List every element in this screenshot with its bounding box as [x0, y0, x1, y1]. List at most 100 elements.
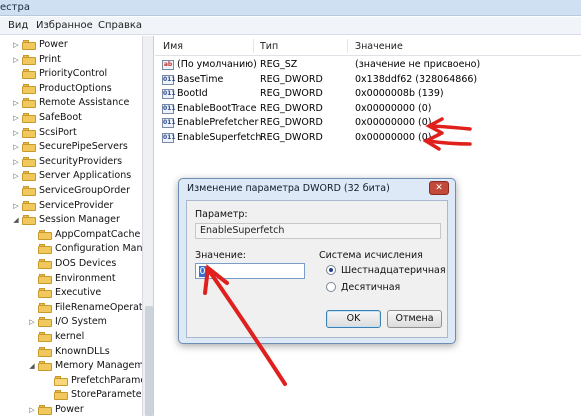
expand-arrow-icon[interactable] — [28, 260, 36, 268]
folder-icon — [38, 346, 52, 357]
value-input[interactable]: 0 — [195, 263, 305, 279]
expand-arrow-icon[interactable]: ▷ — [12, 202, 20, 210]
folder-icon — [22, 98, 36, 109]
expand-arrow-icon[interactable]: ▷ — [12, 41, 20, 49]
radio-hex-label[interactable]: Шестнадцатеричная — [341, 265, 446, 276]
binary-value-icon: 011 — [162, 74, 176, 85]
value-type: REG_DWORD — [260, 73, 323, 85]
folder-icon — [22, 215, 36, 226]
expand-arrow-icon[interactable]: ▷ — [12, 114, 20, 122]
value-name: EnablePrefetcher — [177, 117, 259, 129]
tree-item-label: PriorityControl — [39, 68, 108, 80]
folder-icon — [22, 69, 36, 80]
dialog-close-button[interactable]: ✕ — [429, 181, 449, 195]
tree-scrollbar[interactable] — [142, 36, 153, 416]
expand-arrow-icon[interactable] — [28, 304, 36, 312]
menu-bar: Вид Избранное Справка — [0, 17, 581, 35]
expand-arrow-icon[interactable] — [28, 275, 36, 283]
string-value-icon: ab — [162, 60, 174, 70]
expand-arrow-icon[interactable]: ▷ — [12, 158, 20, 166]
cancel-button[interactable]: Отмена — [387, 310, 442, 328]
tree-item-label: Executive — [55, 287, 102, 299]
radio-hex[interactable] — [326, 265, 336, 275]
expand-arrow-icon[interactable]: ◢ — [28, 362, 36, 370]
expand-arrow-icon[interactable] — [28, 231, 36, 239]
folder-icon — [22, 200, 36, 211]
value-type: REG_DWORD — [260, 132, 323, 143]
value-row[interactable]: 011 BaseTime REG_DWORD 0x138ddf62 (32806486… — [155, 73, 581, 87]
binary-value-icon: 011 — [162, 133, 176, 143]
value-row[interactable]: 011 EnablePrefetcher REG_DWORD 0x00000000 (… — [155, 116, 581, 130]
tree-item-label: Power — [39, 39, 68, 50]
tree-item-label: Server Applications — [39, 170, 132, 182]
expand-arrow-icon[interactable]: ▷ — [28, 406, 36, 414]
expand-arrow-icon[interactable] — [12, 70, 20, 78]
column-value-header[interactable]: Значение — [355, 41, 403, 52]
value-data: 0x00000000 (0) — [355, 117, 432, 129]
folder-icon — [38, 229, 52, 240]
folder-icon — [22, 156, 36, 167]
expand-arrow-icon[interactable] — [28, 333, 36, 341]
expand-arrow-icon[interactable] — [44, 391, 52, 399]
tree-item-label: DOS Devices — [55, 258, 117, 269]
value-row[interactable]: 011 BootId REG_DWORD 0x0000008b (139) — [155, 87, 581, 101]
dialog-title: Изменение параметра DWORD (32 бита) — [187, 183, 390, 194]
expand-arrow-icon[interactable]: ▷ — [12, 172, 20, 180]
binary-value-icon: 011 — [162, 118, 176, 129]
folder-icon — [38, 302, 52, 313]
value-row[interactable]: 011 EnableSuperfetch REG_DWORD 0x00000000 (… — [155, 131, 581, 145]
expand-arrow-icon[interactable]: ▷ — [12, 129, 20, 137]
expand-arrow-icon[interactable] — [44, 377, 52, 385]
value-data: 0x00000000 (0) — [355, 102, 432, 114]
tree-scrollbar-thumb[interactable] — [145, 306, 153, 416]
binary-value-icon: 011 — [162, 89, 176, 100]
tree-item-label: PrefetchParamet — [71, 374, 150, 386]
expand-arrow-icon[interactable] — [12, 85, 20, 93]
menu-favorites[interactable]: Избранное — [36, 20, 93, 31]
value-data: 0x00000000 (0) — [355, 132, 432, 143]
ok-button[interactable]: OK — [326, 310, 381, 328]
expand-arrow-icon[interactable]: ▷ — [12, 56, 20, 64]
value-type: REG_DWORD — [260, 88, 323, 100]
binary-value-icon: 011 — [162, 103, 176, 114]
tree-item-label: ScsiPort — [39, 126, 77, 138]
folder-icon — [38, 332, 52, 342]
column-separator[interactable] — [347, 39, 348, 53]
radio-decimal-label[interactable]: Десятичная — [341, 282, 400, 293]
dialog-body: Параметр: EnableSuperfetch Значение: 0 С… — [186, 200, 448, 338]
folder-icon — [22, 186, 36, 196]
expand-arrow-icon[interactable]: ▷ — [12, 99, 20, 107]
column-type-header[interactable]: Тип — [260, 41, 278, 52]
folder-icon — [38, 259, 52, 269]
folder-icon — [22, 171, 36, 182]
expand-arrow-icon[interactable] — [28, 289, 36, 297]
expand-arrow-icon[interactable]: ▷ — [28, 318, 36, 326]
folder-icon — [22, 83, 36, 94]
value-name: BootId — [177, 88, 208, 100]
title-bar: естра — [0, 0, 581, 16]
menu-help[interactable]: Справка — [98, 20, 142, 31]
expand-arrow-icon[interactable]: ▷ — [12, 143, 20, 151]
param-name-field: EnableSuperfetch — [195, 223, 441, 239]
value-row[interactable]: ab (По умолчанию) REG_SZ (значение не присв… — [155, 58, 581, 72]
value-name: (По умолчанию) — [177, 59, 257, 70]
tree-item-label: FileRenameOperatio — [55, 301, 152, 313]
expand-arrow-icon[interactable] — [28, 348, 36, 356]
value-type: REG_DWORD — [260, 102, 323, 114]
tree-item-label: Environment — [55, 272, 116, 284]
tree-item-label: Power — [55, 404, 84, 415]
folder-icon — [38, 361, 52, 372]
value-name: EnableBootTrace — [177, 102, 257, 114]
value-row[interactable]: 011 EnableBootTrace REG_DWORD 0x00000000 (0… — [155, 102, 581, 116]
tree-item-label: ProductOptions — [39, 82, 112, 94]
expand-arrow-icon[interactable]: ◢ — [12, 216, 20, 224]
tree-item-label: SecurityProviders — [39, 155, 123, 167]
column-separator[interactable] — [253, 39, 254, 53]
column-name-header[interactable]: Имя — [163, 41, 183, 52]
menu-view[interactable]: Вид — [8, 20, 28, 31]
radio-decimal[interactable] — [326, 282, 336, 292]
expand-arrow-icon[interactable] — [12, 187, 20, 195]
expand-arrow-icon[interactable] — [28, 245, 36, 253]
tree-item-label: SafeBoot — [39, 112, 82, 123]
param-label: Параметр: — [195, 209, 248, 220]
